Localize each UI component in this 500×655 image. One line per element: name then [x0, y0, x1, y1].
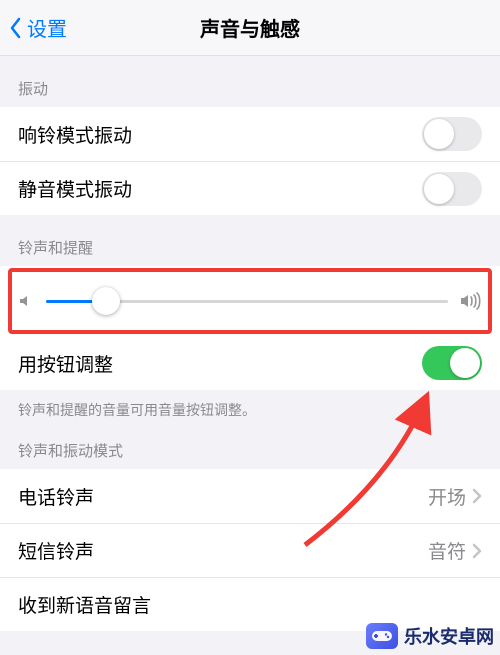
- row-vibrate-on-ring[interactable]: 响铃模式振动: [0, 107, 500, 161]
- back-button[interactable]: 设置: [0, 13, 67, 42]
- row-texttone[interactable]: 短信铃声 音符: [0, 523, 500, 577]
- section-header-ringer: 铃声和提醒: [0, 215, 500, 266]
- row-label: 响铃模式振动: [18, 121, 422, 148]
- back-label: 设置: [27, 13, 67, 42]
- section-footer-ringer: 铃声和提醒的音量可用音量按钮调整。: [0, 390, 500, 426]
- section-header-patterns: 铃声和振动模式: [0, 426, 500, 469]
- volume-high-icon: [460, 292, 482, 310]
- watermark: 乐水安卓网: [366, 623, 494, 649]
- row-label: 短信铃声: [18, 537, 428, 564]
- row-vibrate-on-silent[interactable]: 静音模式振动: [0, 161, 500, 215]
- chevron-left-icon: [8, 16, 23, 40]
- chevron-right-icon: [472, 543, 482, 559]
- section-header-vibration: 振动: [0, 56, 500, 107]
- nav-bar: 设置 声音与触感: [0, 0, 500, 56]
- row-label: 静音模式振动: [18, 175, 422, 202]
- row-label: 电话铃声: [18, 483, 428, 510]
- toggle-vibrate-on-silent[interactable]: [422, 172, 482, 206]
- toggle-vibrate-on-ring[interactable]: [422, 117, 482, 151]
- row-ringer-volume: [0, 266, 500, 336]
- row-ringtone[interactable]: 电话铃声 开场: [0, 469, 500, 523]
- row-change-with-buttons[interactable]: 用按钮调整: [0, 336, 500, 390]
- row-value: 开场: [428, 483, 466, 510]
- chevron-right-icon: [472, 488, 482, 504]
- ringer-volume-slider[interactable]: [46, 286, 448, 316]
- row-label: 收到新语音留言: [18, 591, 476, 618]
- row-value: 音符: [428, 537, 466, 564]
- row-label: 用按钮调整: [18, 350, 422, 377]
- toggle-change-with-buttons[interactable]: [422, 346, 482, 380]
- volume-low-icon: [18, 293, 34, 309]
- gamepad-icon: [366, 623, 398, 649]
- page-title: 声音与触感: [200, 13, 300, 42]
- watermark-text: 乐水安卓网: [404, 623, 494, 649]
